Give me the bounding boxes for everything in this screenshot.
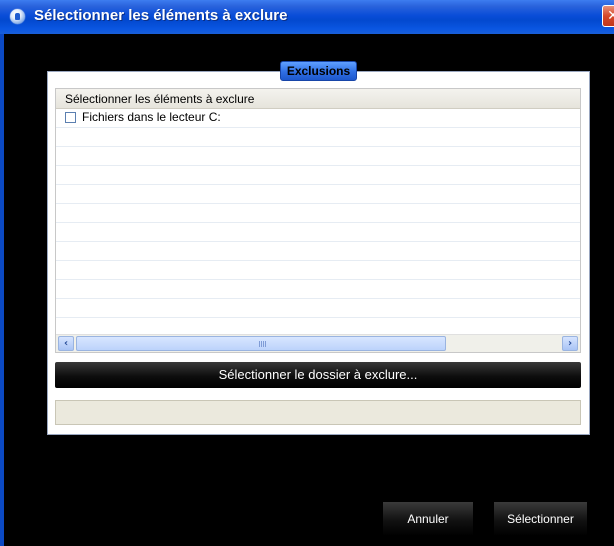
empty-row (56, 242, 580, 261)
exclusion-list[interactable]: Sélectionner les éléments à exclure Fich… (55, 88, 581, 353)
select-folder-button[interactable]: Sélectionner le dossier à exclure... (55, 362, 581, 388)
empty-row (56, 299, 580, 318)
window-border-left (0, 34, 4, 546)
empty-row (56, 280, 580, 299)
empty-row (56, 204, 580, 223)
exclusions-tab: Exclusions (280, 61, 357, 81)
select-button[interactable]: Sélectionner (494, 502, 587, 536)
cancel-button[interactable]: Annuler (383, 502, 473, 536)
scroll-left-button[interactable]: ‹ (58, 336, 74, 351)
empty-row (56, 261, 580, 280)
close-button[interactable]: ✕ (602, 5, 614, 27)
app-logo-icon (10, 9, 25, 24)
selected-path-field[interactable] (55, 400, 581, 425)
chevron-left-icon: ‹ (63, 338, 69, 349)
scroll-thumb[interactable] (76, 336, 446, 351)
list-column-header[interactable]: Sélectionner les éléments à exclure (56, 89, 580, 109)
empty-row (56, 147, 580, 166)
close-icon: ✕ (607, 8, 614, 24)
empty-row (56, 166, 580, 185)
scroll-right-button[interactable]: › (562, 336, 578, 351)
window-title: Sélectionner les éléments à exclure (34, 7, 288, 24)
window-titlebar: Sélectionner les éléments à exclure ✕ (0, 0, 614, 34)
list-item[interactable]: Fichiers dans le lecteur C: (56, 109, 580, 128)
drive-c-checkbox[interactable] (65, 112, 76, 123)
empty-row (56, 128, 580, 147)
grip-icon (259, 341, 266, 347)
empty-row (56, 185, 580, 204)
empty-row (56, 223, 580, 242)
horizontal-scrollbar[interactable]: ‹ › (56, 334, 580, 352)
chevron-right-icon: › (567, 338, 573, 349)
list-item-label: Fichiers dans le lecteur C: (82, 110, 221, 124)
